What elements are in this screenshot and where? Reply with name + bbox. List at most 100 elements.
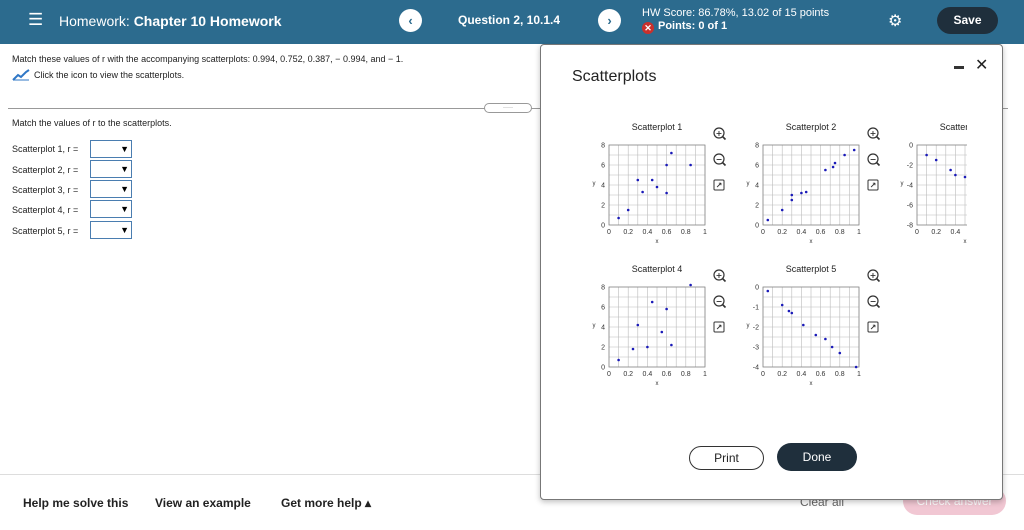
answer-dropdown-3[interactable]: ▼ [90, 180, 132, 198]
y-tick-label: 0 [755, 285, 759, 292]
chart-icon[interactable] [12, 69, 30, 81]
icon-glyph: + [870, 129, 877, 138]
points-text: Points: 0 of 1 [658, 20, 728, 32]
zoom-in-icon[interactable]: + [713, 127, 727, 141]
x-tick-label: 1 [857, 229, 861, 236]
x-axis-label: x [656, 381, 659, 387]
data-point [665, 163, 668, 167]
y-axis-label: y [593, 181, 596, 187]
chart-title: Scatterplot 2 [786, 122, 837, 132]
answer-dropdown-2[interactable]: ▼ [90, 160, 132, 178]
open-external-icon[interactable]: ↗ [867, 321, 879, 333]
x-tick-label: 1 [703, 371, 707, 378]
x-tick-label: 0.6 [662, 371, 672, 378]
save-button[interactable]: Save [937, 7, 998, 34]
homework-title: Homework: Chapter 10 Homework [59, 13, 282, 29]
row-label-2: Scatterplot 2, r = [12, 165, 79, 175]
zoom-in-icon[interactable]: + [867, 269, 881, 283]
data-point [824, 168, 827, 172]
y-tick-label: 0 [909, 143, 913, 150]
view-example-button[interactable]: View an example [155, 496, 251, 510]
data-point [617, 216, 620, 220]
open-external-icon[interactable]: ↗ [713, 179, 725, 191]
data-point [780, 303, 784, 307]
data-point [934, 158, 938, 162]
scatterplot-5: Scatterplot 5 0 0.2 0.4 0.6 0.8 1 0 -1 -2 -3 -4 x y + −… [747, 264, 881, 387]
chevron-left-icon[interactable]: ‹ [399, 9, 422, 32]
y-tick-label: -4 [907, 183, 913, 190]
homework-prefix: Homework: [59, 13, 130, 29]
scatterplots-dialog: Scatterplots ✕ Scatterplot 1 0 0.2 0.4 0.6 0.… [540, 44, 1003, 500]
data-point [824, 337, 827, 341]
done-button[interactable]: Done [777, 443, 857, 471]
icon-hint: Click the icon to view the scatterplots. [34, 70, 185, 80]
row-label-4: Scatterplot 4, r = [12, 205, 79, 215]
zoom-out-icon[interactable]: − [867, 295, 881, 309]
data-point [780, 208, 784, 212]
scatterplot-2: Scatterplot 2 0 0.2 0.4 0.6 0.8 1 0 2 4 6 8 x y + − ↗ [747, 122, 881, 245]
data-point [790, 193, 794, 197]
x-tick-label: 0.6 [816, 229, 826, 236]
data-point [954, 173, 957, 177]
open-external-icon[interactable]: ↗ [713, 321, 725, 333]
data-point [689, 163, 692, 167]
data-point [802, 323, 805, 327]
zoom-in-icon[interactable]: + [867, 127, 881, 141]
data-point [804, 190, 808, 194]
data-point [963, 175, 967, 179]
dropdown-arrow-icon: ▼ [120, 225, 129, 235]
x-tick-label: 0.8 [835, 229, 845, 236]
x-tick-label: 0.6 [816, 371, 826, 378]
icon-handle [721, 161, 727, 167]
help-solve-button[interactable]: Help me solve this [23, 496, 128, 510]
answer-dropdown-1[interactable]: ▼ [90, 140, 132, 158]
zoom-out-icon[interactable]: − [713, 153, 727, 167]
icon-handle [875, 135, 881, 141]
open-external-icon[interactable]: ↗ [867, 179, 879, 191]
x-circle-icon: ✕ [642, 22, 654, 34]
question-indicator: Question 2, 10.1.4 [458, 13, 561, 27]
top-bar: ☰ Homework: Chapter 10 Homework ‹ Questi… [0, 0, 1024, 44]
chart-title: Scatterplot 3 [940, 122, 967, 132]
points-status: ✕ Points: 0 of 1 [642, 20, 727, 34]
y-tick-label: 0 [755, 223, 759, 230]
zoom-in-icon[interactable]: + [713, 269, 727, 283]
icon-glyph: − [716, 155, 723, 164]
resize-handle[interactable]: ····· [484, 103, 532, 113]
data-point [790, 311, 794, 315]
icon-handle [721, 277, 727, 283]
y-tick-label: 2 [755, 203, 759, 210]
y-tick-label: 4 [755, 183, 759, 190]
row-label-3: Scatterplot 3, r = [12, 185, 79, 195]
data-point [766, 218, 770, 222]
x-tick-label: 0.8 [835, 371, 845, 378]
print-button[interactable]: Print [689, 446, 764, 470]
minimize-icon[interactable] [954, 66, 964, 69]
y-tick-label: 8 [601, 143, 605, 150]
chevron-right-icon[interactable]: › [598, 9, 621, 32]
answer-dropdown-4[interactable]: ▼ [90, 200, 132, 218]
x-axis-label: x [964, 239, 967, 245]
y-tick-label: 6 [601, 163, 605, 170]
more-help-button[interactable]: Get more help ▴ [281, 496, 371, 510]
view-scatterplots-link[interactable]: Click the icon to view the scatterplots. [12, 69, 184, 81]
close-icon[interactable]: ✕ [975, 55, 988, 75]
data-point [843, 153, 846, 157]
y-tick-label: -2 [753, 325, 759, 332]
x-tick-label: 0 [915, 229, 919, 236]
icon-glyph: ↗ [870, 323, 877, 332]
y-axis-label: y [593, 323, 596, 329]
zoom-out-icon[interactable]: − [867, 153, 881, 167]
y-tick-label: -2 [907, 163, 913, 170]
data-point [660, 330, 664, 334]
data-point [636, 178, 640, 182]
icon-glyph: ↗ [870, 181, 877, 190]
hamburger-icon[interactable]: ☰ [28, 11, 43, 29]
zoom-out-icon[interactable]: − [713, 295, 727, 309]
x-tick-label: 0 [607, 229, 611, 236]
x-tick-label: 0 [761, 229, 765, 236]
answer-dropdown-5[interactable]: ▼ [90, 221, 132, 239]
data-point [670, 343, 673, 347]
chart-title: Scatterplot 5 [786, 264, 837, 274]
gear-icon[interactable]: ⚙ [888, 11, 902, 31]
